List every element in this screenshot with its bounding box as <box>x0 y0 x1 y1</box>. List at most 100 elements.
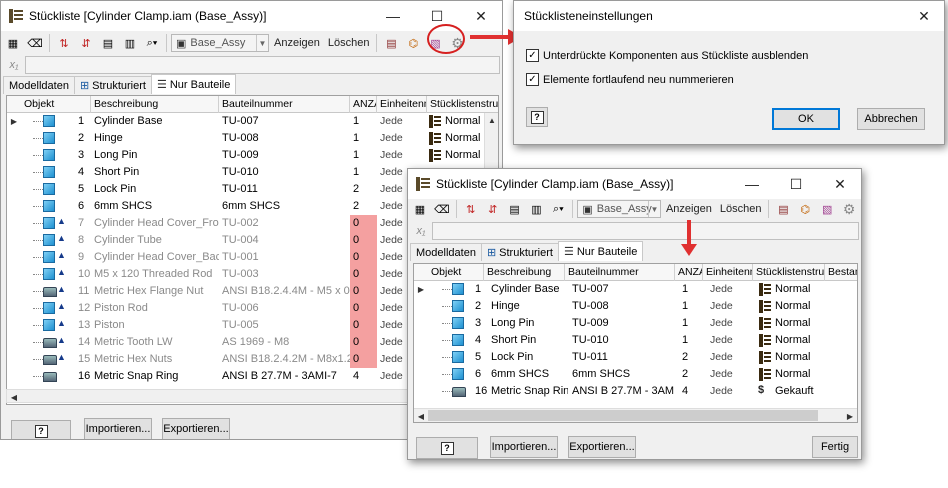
quantity-cell[interactable]: 1 <box>350 147 377 164</box>
col-quantity[interactable]: ANZAH <box>350 96 377 113</box>
unit-cell[interactable]: Jede <box>707 332 757 349</box>
dialog-close-button[interactable]: ✕ <box>902 1 944 31</box>
table-row[interactable]: 6 6mm SHCS 6mm SHCS 2 Jede Normal <box>414 366 857 383</box>
quantity-cell[interactable]: 1 <box>679 298 703 315</box>
export-bom-icon[interactable]: ▦ <box>410 199 430 219</box>
part-number-cell[interactable]: TU-011 <box>219 181 350 198</box>
scroll-left-icon[interactable]: ◀ <box>414 409 428 422</box>
bom-structure-cell[interactable]: Normal <box>757 332 825 349</box>
dialog-help-button[interactable]: ? <box>526 107 548 127</box>
tab-model-data[interactable]: Modelldaten <box>3 76 75 94</box>
unit-cell[interactable]: Jede <box>377 113 427 130</box>
view-combo[interactable]: ▣ Base_Assy ▼ <box>171 34 269 52</box>
ok-button[interactable]: OK <box>772 108 840 130</box>
description-cell[interactable]: Hinge <box>91 130 219 147</box>
part-number-cell[interactable]: TU-006 <box>219 300 350 317</box>
col-unit[interactable]: Einheitenm <box>703 264 753 281</box>
bom-structure-cell[interactable]: Normal <box>427 113 485 130</box>
help-button[interactable]: ? <box>11 420 71 439</box>
unit-cell[interactable]: Jede <box>377 147 427 164</box>
bom-structure-cell[interactable]: Normal <box>757 281 825 298</box>
part-number-cell[interactable]: ANSI B18.2.4.4M - M5 x 0.8 <box>219 283 350 300</box>
col-bom-structure[interactable]: Stücklistenstrukt <box>753 264 825 281</box>
unit-cell[interactable]: Jede <box>707 281 757 298</box>
part-number-cell[interactable]: TU-001 <box>219 249 350 266</box>
col-object[interactable]: Objekt <box>428 264 484 281</box>
bom-structure-cell[interactable]: $ Gekauft <box>757 383 825 400</box>
table-row[interactable]: 16Metric Snap RingANSI B 27.7M - 3AMI-74… <box>414 383 857 400</box>
bom-structure-cell[interactable]: Normal <box>427 130 485 147</box>
part-number-cell[interactable]: TU-005 <box>219 317 350 334</box>
table-row[interactable]: ▶ 1 Cylinder Base TU-007 1 Jede Normal <box>414 281 857 298</box>
option-hide-suppressed[interactable]: ✓ Unterdrückte Komponenten aus Stücklist… <box>526 49 808 62</box>
option-renumber[interactable]: ✓ Elemente fortlaufend neu nummerieren <box>526 73 734 86</box>
checkbox-hide-suppressed[interactable]: ✓ <box>526 49 539 62</box>
scroll-left-icon[interactable]: ◀ <box>7 390 21 404</box>
bom-structure-cell[interactable]: Normal <box>757 315 825 332</box>
quantity-cell[interactable]: 0 <box>350 334 377 351</box>
description-cell[interactable]: Cylinder Head Cover_Back <box>91 249 219 266</box>
part-number-cell[interactable]: TU-009 <box>569 315 675 332</box>
bom-structure-cell[interactable]: Normal <box>757 366 825 383</box>
maximize-button[interactable]: ☐ <box>774 169 818 199</box>
horizontal-scrollbar[interactable]: ◀ ▶ <box>414 408 857 422</box>
part-number-cell[interactable]: ANSI B18.2.4.2M - M8x1.25 <box>219 351 350 368</box>
part-number-cell[interactable]: TU-007 <box>569 281 675 298</box>
tab-parts-only[interactable]: ☰ Nur Bauteile <box>557 241 644 261</box>
title-bar[interactable]: Stückliste [Cylinder Clamp.iam (Base_Ass… <box>1 1 502 31</box>
description-cell[interactable]: 6mm SHCS <box>488 366 568 383</box>
table-row[interactable]: 3 Long Pin TU-009 1 Jede Normal <box>414 315 857 332</box>
description-cell[interactable]: Cylinder Base <box>488 281 568 298</box>
table-icon[interactable]: ▧ <box>817 199 837 219</box>
calendar-icon[interactable]: ▥ <box>120 33 140 53</box>
scroll-thumb[interactable] <box>428 410 818 421</box>
quantity-cell[interactable]: 1 <box>350 130 377 147</box>
help-button[interactable]: ? <box>416 437 478 459</box>
tab-structured[interactable]: ⊞ Strukturiert <box>73 76 152 94</box>
quantity-cell[interactable]: 1 <box>350 113 377 130</box>
table-row[interactable]: 4 Short Pin TU-010 1 Jede Normal <box>414 332 857 349</box>
description-cell[interactable]: Cylinder Tube <box>91 232 219 249</box>
description-cell[interactable]: Lock Pin <box>488 349 568 366</box>
quantity-cell[interactable]: 2 <box>350 181 377 198</box>
part-number-cell[interactable]: TU-010 <box>219 164 350 181</box>
quantity-cell[interactable]: 0 <box>350 317 377 334</box>
quantity-cell[interactable]: 0 <box>350 283 377 300</box>
sort-icon[interactable]: ⇅ <box>461 199 481 219</box>
unit-cell[interactable]: Jede <box>377 130 427 147</box>
quantity-cell[interactable]: 0 <box>350 215 377 232</box>
unit-cell[interactable]: Jede <box>707 383 757 400</box>
description-cell[interactable]: Short Pin <box>91 164 219 181</box>
chart-icon[interactable]: ⌬ <box>403 33 423 53</box>
view-combo[interactable]: ▣ Base_Assy ▼ <box>577 200 661 218</box>
quantity-cell[interactable]: 0 <box>350 232 377 249</box>
description-cell[interactable]: Piston <box>91 317 219 334</box>
description-cell[interactable]: Piston Rod <box>91 300 219 317</box>
cancel-button[interactable]: Abbrechen <box>857 108 925 130</box>
description-cell[interactable]: Cylinder Head Cover_Front <box>91 215 219 232</box>
quantity-cell[interactable]: 2 <box>679 366 703 383</box>
quantity-cell[interactable]: 2 <box>679 349 703 366</box>
quantity-cell[interactable]: 0 <box>350 300 377 317</box>
description-cell[interactable]: Metric Snap Ring <box>91 368 219 385</box>
description-cell[interactable]: Lock Pin <box>91 181 219 198</box>
tab-structured[interactable]: ⊞ Strukturiert <box>480 243 559 261</box>
chart-icon[interactable]: ⌬ <box>795 199 815 219</box>
formula-input[interactable] <box>25 56 500 74</box>
col-bom-structure[interactable]: Stücklistenstrukt <box>427 96 498 113</box>
description-cell[interactable]: M5 x 120 Threaded Rod <box>91 266 219 283</box>
quantity-cell[interactable]: 4 <box>679 383 703 400</box>
part-number-cell[interactable]: TU-008 <box>219 130 350 147</box>
description-cell[interactable]: Hinge <box>488 298 568 315</box>
part-number-cell[interactable]: TU-004 <box>219 232 350 249</box>
col-stock[interactable]: Bestand <box>825 264 857 281</box>
close-button[interactable]: ✕ <box>818 169 861 199</box>
unit-cell[interactable]: Jede <box>707 366 757 383</box>
unit-cell[interactable]: Jede <box>707 315 757 332</box>
part-number-cell[interactable]: ANSI B 27.7M - 3AMI-7 <box>569 383 675 400</box>
quantity-cell[interactable]: 4 <box>350 368 377 385</box>
sort-icon[interactable]: ⇅ <box>54 33 74 53</box>
bom-structure-cell[interactable]: Normal <box>427 147 485 164</box>
done-button[interactable]: Fertig <box>812 436 858 458</box>
description-cell[interactable]: Metric Tooth LW <box>91 334 219 351</box>
